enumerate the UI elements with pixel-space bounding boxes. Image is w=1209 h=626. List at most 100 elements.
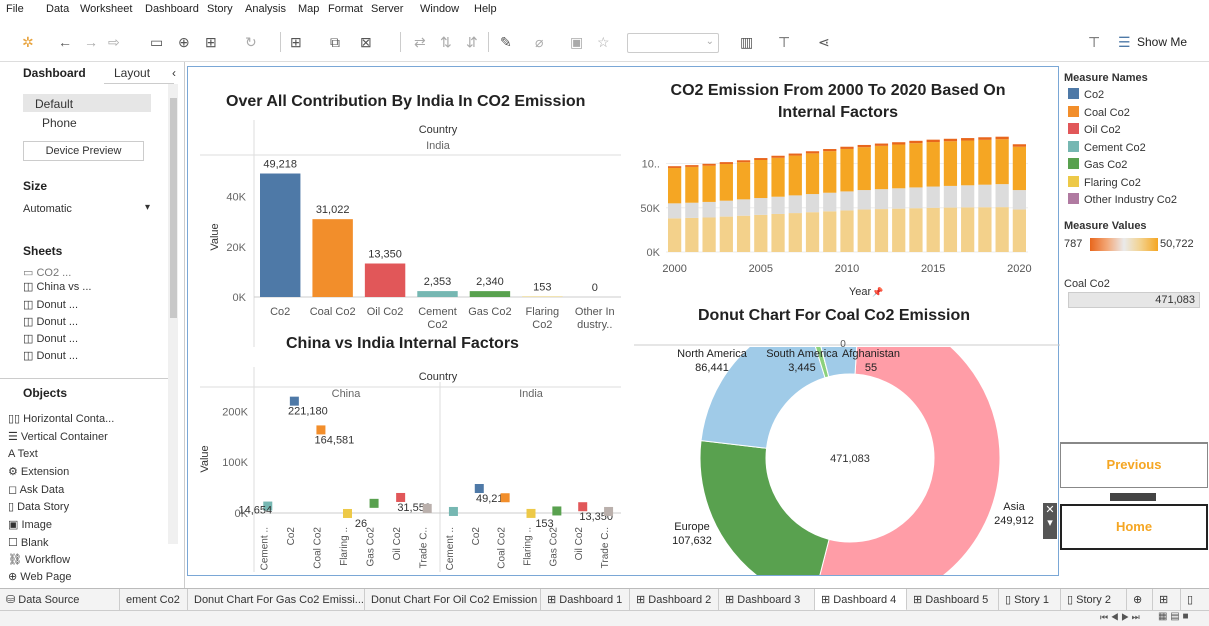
- legend-item[interactable]: Flaring Co2: [1068, 175, 1141, 189]
- floating-controls[interactable]: ✕ ▾: [1043, 503, 1057, 539]
- object-web-page[interactable]: ⊕ Web Page: [8, 570, 71, 583]
- object-image[interactable]: ▣ Image: [8, 518, 52, 531]
- tab-nav-icons[interactable]: ⏮ ◀ ▶ ⏭: [1100, 612, 1140, 623]
- tab-dashboard[interactable]: ⊞ Dashboard 3: [719, 589, 815, 611]
- redo-icon[interactable]: ⇨: [108, 32, 120, 52]
- tab-sheet[interactable]: ement Co2: [120, 589, 188, 611]
- refresh-icon[interactable]: ↻: [245, 32, 257, 52]
- object-vertical[interactable]: ☰ Vertical Container: [8, 430, 108, 443]
- tab-sheet[interactable]: Donut Chart For Gas Co2 Emissi...: [188, 589, 365, 611]
- fit-dropdown[interactable]: ⌄: [627, 33, 719, 53]
- presentation-icon[interactable]: ⊤: [778, 32, 790, 52]
- sheet-item[interactable]: ◫ Donut ...: [23, 332, 78, 345]
- close-icon[interactable]: ✕: [1045, 504, 1054, 516]
- slice-label: South America: [766, 348, 838, 360]
- duplicate-icon[interactable]: ⧉: [330, 32, 340, 52]
- collapse-icon[interactable]: ‹: [172, 66, 176, 80]
- object-text[interactable]: A Text: [8, 448, 38, 460]
- size-dropdown[interactable]: Automatic: [23, 203, 72, 215]
- home-button[interactable]: Home: [1060, 504, 1208, 550]
- tab-dashboard[interactable]: ⊞ Dashboard 5: [907, 589, 999, 611]
- menu-server[interactable]: Server: [371, 3, 403, 15]
- sheet-item[interactable]: ▭ CO2 ...: [23, 266, 71, 279]
- forward-icon[interactable]: →: [84, 32, 98, 52]
- tab-dashboard-active[interactable]: ⊞ Dashboard 4: [815, 589, 907, 611]
- chevron-down-icon[interactable]: ▾: [1047, 517, 1053, 529]
- new-worksheet-icon[interactable]: ⊞: [290, 32, 302, 52]
- device-phone[interactable]: Phone: [42, 116, 77, 130]
- stacked-segment: [702, 201, 716, 218]
- stacked-segment: [978, 137, 992, 140]
- legend-item[interactable]: Oil Co2: [1068, 123, 1121, 136]
- sheet-item[interactable]: ◫ China vs ...: [23, 280, 91, 293]
- sheet-item[interactable]: ◫ Donut ...: [23, 298, 78, 311]
- stacked-segment: [926, 186, 940, 208]
- pin-icon[interactable]: ☆: [597, 32, 610, 52]
- new-sheet-icon[interactable]: ⊞: [205, 32, 217, 52]
- menu-file[interactable]: File: [6, 3, 24, 15]
- tableau-logo-icon[interactable]: ✲: [22, 32, 34, 52]
- save-icon[interactable]: ▭: [150, 32, 163, 52]
- label-icon[interactable]: ▣: [570, 32, 583, 52]
- group-icon[interactable]: ⌀: [535, 32, 543, 52]
- menu-map[interactable]: Map: [298, 3, 319, 15]
- scrollbar-thumb[interactable]: [170, 98, 177, 318]
- menu-analysis[interactable]: Analysis: [245, 3, 286, 15]
- legend-item[interactable]: Cement Co2: [1068, 140, 1146, 154]
- object-workflow[interactable]: ⛓ Workflow: [8, 553, 70, 566]
- tab-dashboard[interactable]: ⊞ Dashboard 1: [541, 589, 630, 611]
- show-me-icon[interactable]: ☰: [1118, 32, 1131, 52]
- menu-dashboard[interactable]: Dashboard: [145, 3, 199, 15]
- object-data-story[interactable]: ▯ Data Story: [8, 500, 69, 513]
- legend-item[interactable]: Co2: [1068, 88, 1104, 101]
- legend-item[interactable]: Coal Co2: [1068, 105, 1130, 119]
- object-label: Web Page: [20, 571, 72, 583]
- sort-asc-icon[interactable]: ⇅: [440, 32, 452, 52]
- sheet-item[interactable]: ◫ Donut ...: [23, 349, 78, 362]
- device-default[interactable]: Default: [23, 94, 151, 112]
- tab-dashboard[interactable]: ⊞ Dashboard 2: [630, 589, 719, 611]
- view-mode-icons[interactable]: ▦ ▤ ■: [1158, 611, 1189, 622]
- new-story-tab[interactable]: ▯: [1181, 589, 1209, 611]
- x-tick-label: Trade C..: [419, 527, 430, 568]
- tab-sheet[interactable]: Donut Chart For Oil Co2 Emission: [365, 589, 541, 611]
- object-extension[interactable]: ⚙ Extension: [8, 465, 69, 478]
- menu-window[interactable]: Window: [420, 3, 459, 15]
- back-icon[interactable]: ←: [58, 32, 72, 52]
- stacked-segment: [926, 142, 940, 187]
- show-cards-icon[interactable]: ▥: [740, 32, 753, 52]
- sidebar: Dashboard Layout ‹ Default Phone Device …: [0, 62, 185, 588]
- show-me-label[interactable]: Show Me: [1137, 35, 1187, 49]
- tab-data-source[interactable]: ⛁ Data Source: [0, 589, 120, 611]
- resize-handle[interactable]: [1110, 493, 1156, 501]
- device-preview-button[interactable]: Device Preview: [23, 141, 144, 161]
- tab-dashboard[interactable]: Dashboard: [0, 62, 104, 84]
- object-ask-data[interactable]: ◻ Ask Data: [8, 483, 64, 496]
- highlight-icon[interactable]: ✎: [500, 32, 512, 52]
- new-dashboard-tab[interactable]: ⊞: [1153, 589, 1181, 611]
- new-worksheet-tab[interactable]: ⊕: [1127, 589, 1153, 611]
- object-horizontal[interactable]: ▯▯ Horizontal Conta...: [8, 412, 114, 425]
- pin-toolbar-icon[interactable]: ⊤: [1088, 32, 1100, 52]
- tab-layout[interactable]: Layout: [104, 62, 174, 84]
- menu-worksheet[interactable]: Worksheet: [80, 3, 132, 15]
- sort-desc-icon[interactable]: ⇵: [466, 32, 478, 52]
- menu-help[interactable]: Help: [474, 3, 497, 15]
- sheet-icon: ◫: [23, 299, 37, 311]
- tab-story[interactable]: ▯ Story 2: [1061, 589, 1127, 611]
- previous-button[interactable]: Previous: [1060, 442, 1208, 488]
- object-blank[interactable]: ☐ Blank: [8, 536, 48, 549]
- menu-story[interactable]: Story: [207, 3, 233, 15]
- menu-format[interactable]: Format: [328, 3, 363, 15]
- legend-swatch: [1068, 175, 1079, 187]
- tab-story[interactable]: ▯ Story 1: [999, 589, 1061, 611]
- menu-data[interactable]: Data: [46, 3, 69, 15]
- legend-item[interactable]: Gas Co2: [1068, 158, 1127, 171]
- new-datasource-icon[interactable]: ⊕: [178, 32, 190, 52]
- sheet-item[interactable]: ◫ Donut ...: [23, 315, 78, 328]
- share-icon[interactable]: ⋖: [818, 32, 830, 52]
- clear-icon[interactable]: ⊠: [360, 32, 372, 52]
- legend-item[interactable]: Other Industry Co2: [1068, 193, 1177, 206]
- swap-icon[interactable]: ⇄: [414, 32, 426, 52]
- filter-range[interactable]: 471,083: [1068, 292, 1200, 308]
